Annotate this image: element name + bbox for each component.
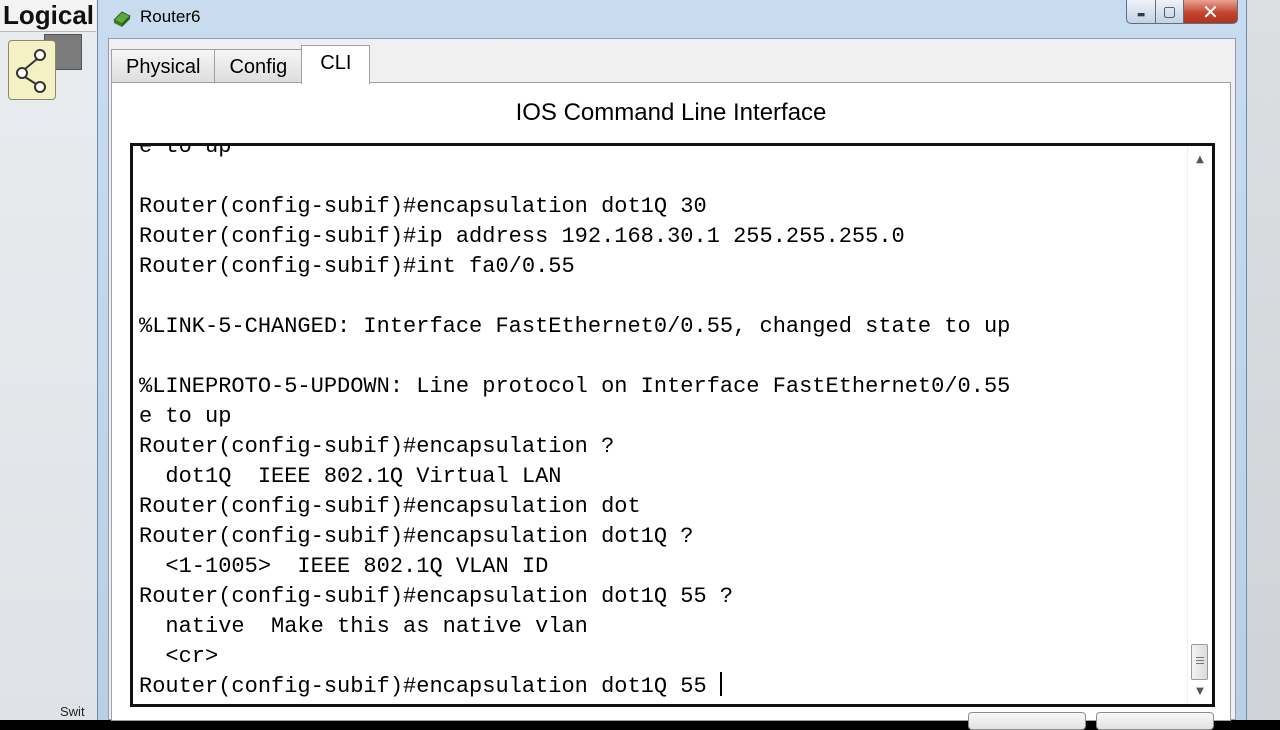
bottom-button-right[interactable] [1096,712,1214,730]
text-cursor [719,672,722,696]
cli-terminal[interactable]: e to up Router(config-subif)#encapsulati… [130,143,1215,707]
scroll-up-arrow-icon[interactable]: ▲ [1188,148,1212,170]
maximize-button[interactable]: ▢ [1156,0,1184,24]
terminal-line: %LINK-5-CHANGED: Interface FastEthernet0… [139,314,1011,339]
tab-bar: Physical Config CLI [111,45,371,84]
terminal-prompt-text: Router(config-subif)#encapsulation dot1Q… [139,674,720,699]
terminal-line: <1-1005> IEEE 802.1Q VLAN ID [139,554,549,579]
minimize-button[interactable]: ▬ [1126,0,1156,24]
terminal-line: %LINEPROTO-5-UPDOWN: Line protocol on In… [139,374,1011,399]
router-window: Router6 ▬ ▢ ✕ Physical Config CLI IOS Co… [97,0,1247,730]
background-switch-label: Swit [60,704,85,719]
terminal-line: native Make this as native vlan [139,614,588,639]
terminal-output: e to up Router(config-subif)#encapsulati… [139,143,1184,702]
close-button[interactable]: ✕ [1184,0,1238,24]
terminal-line: dot1Q IEEE 802.1Q Virtual LAN [139,464,562,489]
window-title: Router6 [140,7,201,26]
logical-workspace-label: Logical [0,0,96,32]
title-bar[interactable]: Router6 ▬ ▢ ✕ [98,0,1246,36]
window-controls: ▬ ▢ ✕ [1126,0,1238,24]
terminal-input-line[interactable]: Router(config-subif)#encapsulation dot1Q… [139,672,1184,702]
terminal-line: Router(config-subif)#encapsulation dot [139,494,641,519]
terminal-line: Router(config-subif)#encapsulation dot1Q… [139,584,734,609]
tab-cli[interactable]: CLI [301,45,371,84]
maximize-icon: ▢ [1162,3,1177,20]
router-icon [113,11,131,27]
terminal-line: Router(config-subif)#encapsulation ? [139,434,615,459]
close-icon: ✕ [1202,0,1219,24]
logical-topology-icon[interactable] [8,40,56,100]
background-workspace: Logical Swit [0,0,110,720]
terminal-line: <cr> [139,644,219,669]
terminal-line: Router(config-subif)#encapsulation dot1Q… [139,524,694,549]
terminal-line: Router(config-subif)#int fa0/0.55 [139,254,575,279]
panel-title: IOS Command Line Interface [515,99,827,126]
tab-config[interactable]: Config [214,49,303,84]
tab-physical[interactable]: Physical [111,49,216,84]
scroll-down-arrow-icon[interactable]: ▼ [1188,680,1212,702]
cli-panel: IOS Command Line Interface e to up Route… [111,82,1231,730]
terminal-line: e to up [139,143,232,159]
terminal-line: Router(config-subif)#encapsulation dot1Q… [139,194,707,219]
terminal-scrollbar[interactable]: ▲ ▼ [1187,146,1212,704]
terminal-line: Router(config-subif)#ip address 192.168.… [139,224,905,249]
bottom-button-left[interactable] [968,712,1086,730]
scroll-thumb[interactable] [1191,644,1208,680]
minimize-icon: ▬ [1136,9,1146,20]
background-right-strip [1245,0,1280,720]
window-client-area: Physical Config CLI IOS Command Line Int… [108,38,1236,730]
terminal-line: e to up [139,404,232,429]
